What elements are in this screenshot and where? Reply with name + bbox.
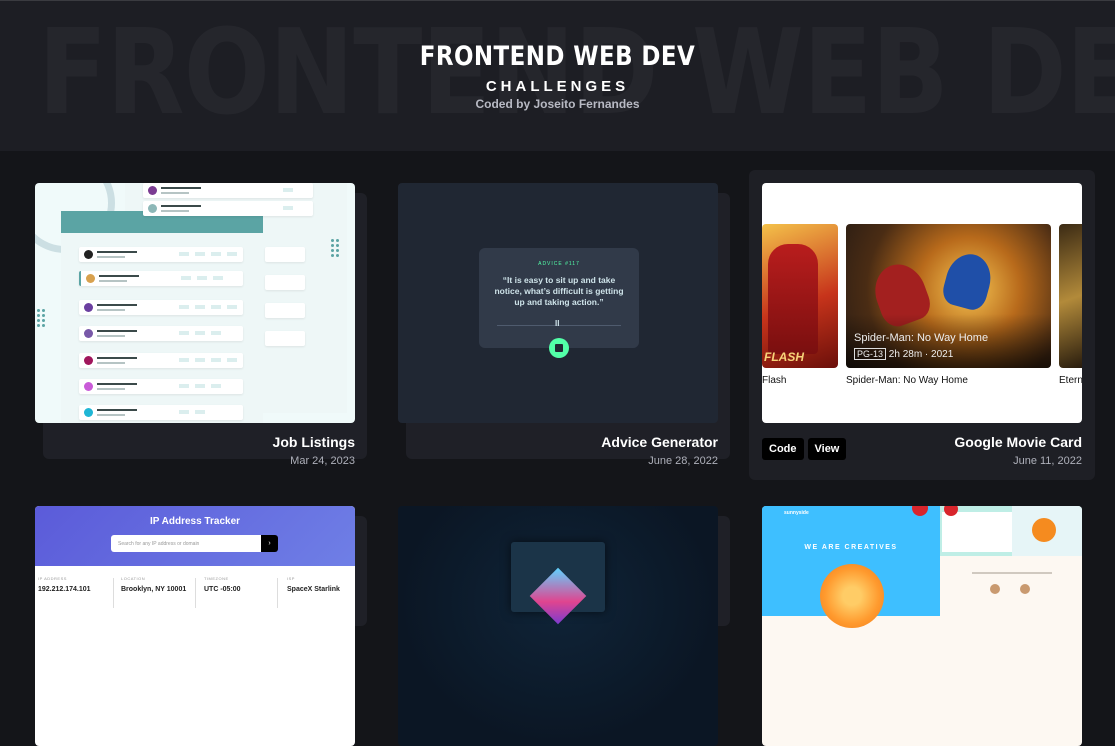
movie-label: Spider-Man: No Way Home [846, 375, 968, 386]
poster-title: Spider-Man: No Way Home [854, 332, 989, 344]
movie-label: Etern [1059, 375, 1082, 386]
poster-logo: FLASH [764, 350, 804, 364]
page-title: FRONTEND WEB DEV [419, 41, 696, 72]
card-date: June 28, 2022 [648, 455, 718, 467]
card-title[interactable]: Job Listings [273, 434, 355, 450]
advice-number: ADVICE #117 [538, 261, 580, 267]
ip-info-isp: ISP SpaceX Starlink [287, 576, 340, 593]
project-thumbnail[interactable] [35, 183, 355, 423]
project-card-ip-tracker[interactable]: IP Address Tracker Search for any IP add… [35, 506, 367, 746]
card-title[interactable]: Advice Generator [601, 434, 718, 450]
decor-dots [331, 239, 341, 257]
ip-info-timezone: TIMEZONE UTC -05:00 [204, 576, 241, 593]
divider [195, 578, 196, 608]
agency-panel [942, 512, 1012, 552]
project-card-google-movie[interactable]: FLASH Flash Spider-Man: No Way Home PG-1… [762, 183, 1082, 473]
project-card-advice-generator[interactable]: ADVICE #117 “It is easy to sit up and ta… [398, 183, 730, 473]
orange-image [820, 564, 884, 628]
divider [113, 578, 114, 608]
poster-meta: PG-13 2h 28m · 2021 [854, 348, 954, 360]
project-thumbnail[interactable]: ADVICE #117 “It is easy to sit up and ta… [398, 183, 718, 423]
page-subtitle: CHALLENGES [485, 78, 630, 95]
movie-poster: FLASH [762, 224, 838, 368]
header-background-word: FRONTEND WEB DEV [38, 3, 1115, 141]
project-card-agency[interactable]: sunnyside WE ARE CREATIVES [762, 506, 1082, 746]
movie-label: Flash [762, 375, 787, 386]
project-thumbnail[interactable]: sunnyside WE ARE CREATIVES [762, 506, 1082, 746]
code-button[interactable]: Code [762, 438, 804, 460]
dice-icon [549, 338, 569, 358]
movie-meta: 2h 28m · 2021 [888, 349, 954, 360]
avatar [990, 584, 1000, 594]
divider [277, 578, 278, 608]
tangerine-image [1032, 518, 1056, 542]
arrow-right-icon: › [261, 535, 278, 552]
ip-info-location: LOCATION Brooklyn, NY 10001 [121, 576, 187, 593]
ip-title: IP Address Tracker [149, 516, 241, 527]
decor-dots [37, 309, 47, 327]
card-date: Mar 24, 2023 [290, 455, 355, 467]
avatar [1020, 584, 1030, 594]
page-credit: Coded by Joseito Fernandes [475, 97, 640, 111]
text-line [972, 572, 1052, 574]
agency-headline: WE ARE CREATIVES [804, 544, 898, 551]
pause-icon: II [555, 319, 560, 328]
project-thumbnail[interactable]: FLASH Flash Spider-Man: No Way Home PG-1… [762, 183, 1082, 423]
project-card-art[interactable] [398, 506, 730, 746]
rating-badge: PG-13 [854, 348, 887, 360]
advice-quote: “It is easy to sit up and take notice, w… [494, 275, 624, 307]
card-title[interactable]: Google Movie Card [954, 434, 1082, 450]
project-card-job-listings[interactable]: Job Listings Mar 24, 2023 [35, 183, 367, 473]
movie-poster-featured: Spider-Man: No Way Home PG-13 2h 28m · 2… [846, 224, 1051, 368]
advice-box: ADVICE #117 “It is easy to sit up and ta… [479, 248, 639, 358]
page-header: FRONTEND WEB DEV FRONTEND WEB DEV CHALLE… [0, 0, 1115, 151]
movie-poster [1059, 224, 1082, 368]
card-date: June 11, 2022 [1013, 455, 1082, 467]
project-thumbnail[interactable]: IP Address Tracker Search for any IP add… [35, 506, 355, 746]
ip-info-address: IP ADDRESS 192.212.174.101 [38, 576, 91, 593]
card-actions: Code View [762, 438, 847, 460]
view-button[interactable]: View [807, 438, 847, 460]
ip-search-input: Search for any IP address or domain [111, 535, 261, 552]
project-thumbnail[interactable] [398, 506, 718, 746]
